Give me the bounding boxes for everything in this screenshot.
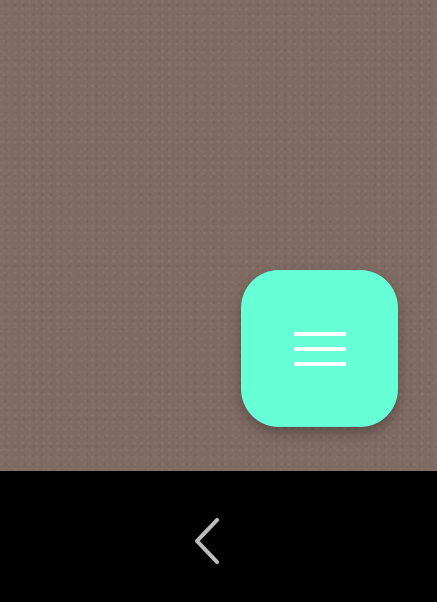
hamburger-icon xyxy=(293,331,346,366)
chevron-left-icon xyxy=(195,518,219,564)
app-screen xyxy=(0,0,437,602)
menu-button[interactable] xyxy=(241,270,398,427)
back-button[interactable] xyxy=(183,510,233,572)
